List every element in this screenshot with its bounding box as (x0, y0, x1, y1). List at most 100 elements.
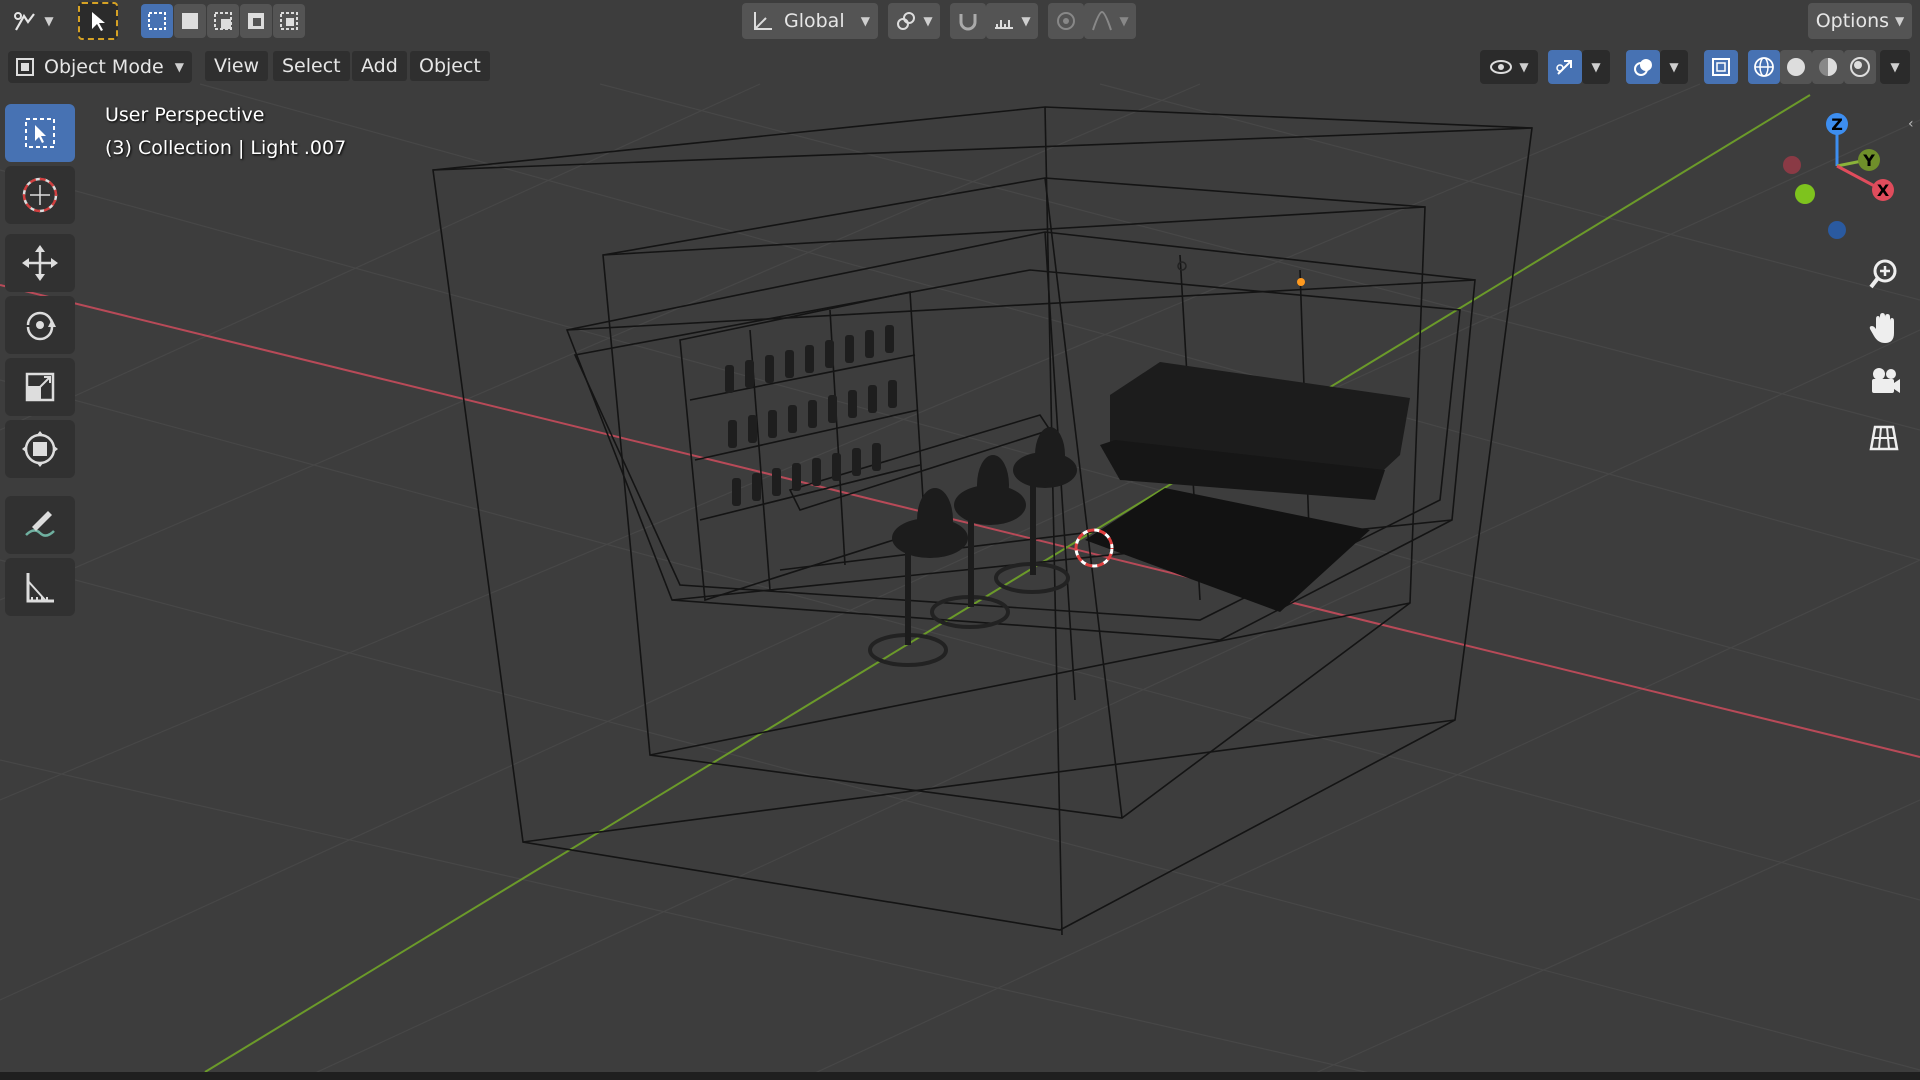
chevron-down-icon: ▼ (923, 14, 933, 28)
overlays-icon (1634, 59, 1652, 76)
3d-viewport[interactable] (0, 0, 1920, 1080)
gizmo-neg-y[interactable] (1795, 184, 1815, 204)
options-label: Options (1815, 10, 1890, 32)
pan-button[interactable] (1862, 306, 1906, 350)
chevron-down-icon: ▼ (1021, 14, 1031, 28)
measure-ruler-icon (26, 573, 54, 603)
select-subtract-icon (214, 12, 232, 30)
view-name-label: User Perspective (105, 104, 265, 126)
move-arrows-icon (22, 245, 58, 281)
zoom-icon (1869, 259, 1897, 289)
shading-material-button[interactable] (1812, 50, 1844, 84)
annotate-pencil-icon (25, 511, 55, 537)
material-sphere-icon (1819, 58, 1837, 76)
snap-increment-icon (995, 20, 1014, 29)
proportional-falloff-dropdown[interactable]: ▼ (1084, 3, 1136, 39)
grid-icon (1869, 425, 1899, 451)
menu-add[interactable]: Add (352, 51, 407, 81)
wireframe-sphere-icon (1754, 57, 1774, 77)
snap-toggle[interactable] (950, 3, 986, 39)
zoom-button[interactable] (1862, 252, 1906, 296)
chevron-down-icon: ▼ (1890, 60, 1900, 74)
xray-toggle[interactable] (1704, 50, 1738, 84)
rendered-sphere-icon (1850, 57, 1870, 77)
editor-type-button[interactable]: ▼ (6, 2, 60, 40)
tool-settings-bar: ▼ Global ▼ ▼ ▼ ▼ Options ▼ (0, 0, 1920, 42)
select-extend-icon (182, 13, 198, 29)
select-mode-invert-button[interactable] (240, 4, 272, 38)
proportional-edit-icon (1057, 12, 1075, 30)
visibility-dropdown[interactable]: ▼ (1480, 50, 1538, 84)
overlays-dropdown[interactable]: ▼ (1660, 50, 1688, 84)
transform-icon (22, 431, 58, 467)
pivot-point-dropdown[interactable]: ▼ (888, 3, 940, 39)
active-object-info: (3) Collection | Light .007 (105, 137, 347, 159)
tool-annotate[interactable] (5, 496, 75, 554)
navigation-gizmo[interactable]: Z Y X (1770, 100, 1920, 250)
tool-measure[interactable] (5, 558, 75, 616)
magnet-icon (959, 14, 977, 31)
shading-wireframe-button[interactable] (1748, 50, 1780, 84)
toggle-ortho-button[interactable] (1862, 414, 1906, 458)
select-mode-extend-button[interactable] (174, 4, 206, 38)
select-mode-subtract-button[interactable] (207, 4, 239, 38)
overlays-toggle[interactable] (1626, 50, 1660, 84)
shading-rendered-button[interactable] (1844, 50, 1876, 84)
snap-target-dropdown[interactable]: ▼ (986, 3, 1038, 39)
mode-dropdown[interactable]: Object Mode ▼ (8, 51, 192, 83)
shading-dropdown[interactable]: ▼ (1880, 50, 1910, 84)
chevron-down-icon: ▼ (1669, 60, 1679, 74)
sidebar-toggle-arrow[interactable]: ‹ (1908, 116, 1914, 132)
gizmo-neg-x[interactable] (1783, 156, 1801, 174)
select-cursor-icon (25, 118, 55, 148)
transform-orientation-dropdown[interactable]: Global ▼ (742, 3, 878, 39)
select-mode-intersect-button[interactable] (273, 4, 305, 38)
hand-icon (1869, 313, 1894, 343)
shading-solid-button[interactable] (1780, 50, 1812, 84)
tool-cursor[interactable] (5, 166, 75, 224)
chevron-down-icon: ▼ (860, 14, 870, 28)
rotate-icon (26, 311, 56, 341)
gizmo-y-label: Y (1862, 151, 1875, 170)
camera-view-button[interactable] (1862, 360, 1906, 404)
tool-select-box[interactable] (5, 104, 75, 162)
pivot-link-icon (897, 12, 916, 30)
gizmo-toggle[interactable] (1548, 50, 1582, 84)
menu-object[interactable]: Object (410, 51, 490, 81)
crosshair-cursor-icon (22, 177, 58, 213)
chevron-down-icon: ▼ (1119, 14, 1129, 28)
chevron-down-icon: ▼ (44, 14, 54, 28)
camera-icon (1872, 368, 1900, 393)
cursor-arrow-icon (92, 12, 105, 31)
xray-icon (1712, 58, 1730, 76)
tool-transform[interactable] (5, 420, 75, 478)
solid-sphere-icon (1787, 58, 1805, 76)
light-object[interactable] (1297, 278, 1305, 286)
options-dropdown[interactable]: Options ▼ (1808, 3, 1912, 39)
scale-icon (25, 372, 55, 402)
proportional-edit-toggle[interactable] (1048, 3, 1084, 39)
active-tool-button[interactable] (78, 2, 118, 40)
chevron-down-icon: ▼ (174, 60, 184, 74)
select-intersect-icon (280, 12, 298, 30)
select-mode-new-button[interactable] (141, 4, 173, 38)
menu-view[interactable]: View (205, 51, 269, 81)
viewport-header: Object Mode ▼ View Select Add Object ▼ ▼… (0, 46, 1920, 84)
gizmo-dropdown[interactable]: ▼ (1582, 50, 1610, 84)
eye-icon (1490, 60, 1513, 74)
gizmo-neg-z[interactable] (1828, 221, 1846, 239)
tool-move[interactable] (5, 234, 75, 292)
falloff-curve-icon (1092, 10, 1113, 31)
tool-scale[interactable] (5, 358, 75, 416)
select-invert-icon (248, 13, 264, 29)
mode-label: Object Mode (44, 56, 164, 78)
chevron-down-icon: ▼ (1591, 60, 1601, 74)
object-mode-icon (16, 58, 34, 76)
tool-rotate[interactable] (5, 296, 75, 354)
gizmo-z-label: Z (1831, 115, 1843, 134)
menu-select[interactable]: Select (273, 51, 350, 81)
transform-orientation-label: Global (784, 10, 845, 32)
select-new-icon (148, 12, 166, 30)
chevron-down-icon: ▼ (1895, 14, 1905, 28)
chevron-down-icon: ▼ (1519, 60, 1529, 74)
